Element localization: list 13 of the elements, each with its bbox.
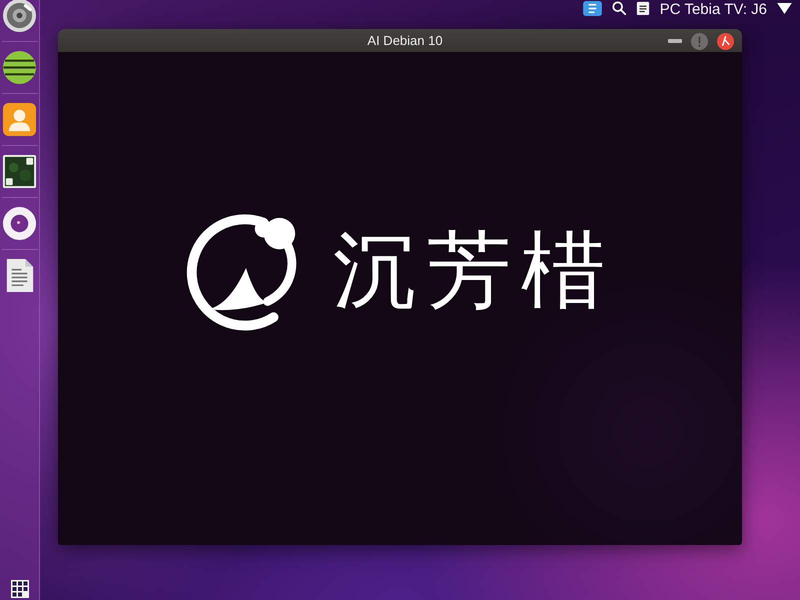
- app-grid-icon[interactable]: [10, 580, 28, 598]
- picture-tile-icon[interactable]: [2, 154, 37, 189]
- ring-icon[interactable]: [2, 206, 37, 241]
- striped-ball-icon[interactable]: [2, 50, 37, 85]
- status-text[interactable]: PC Tebia TV: J6: [660, 1, 767, 18]
- window-title: AI Debian 10: [367, 33, 443, 48]
- search-icon[interactable]: [612, 1, 626, 15]
- close-button[interactable]: [717, 32, 734, 50]
- clipboard-icon[interactable]: [636, 1, 650, 15]
- list-tile-icon[interactable]: [582, 1, 602, 16]
- triangle-down-icon[interactable]: [777, 3, 792, 14]
- person-icon[interactable]: [2, 102, 37, 137]
- logo-text: 沉芳棤: [333, 228, 615, 312]
